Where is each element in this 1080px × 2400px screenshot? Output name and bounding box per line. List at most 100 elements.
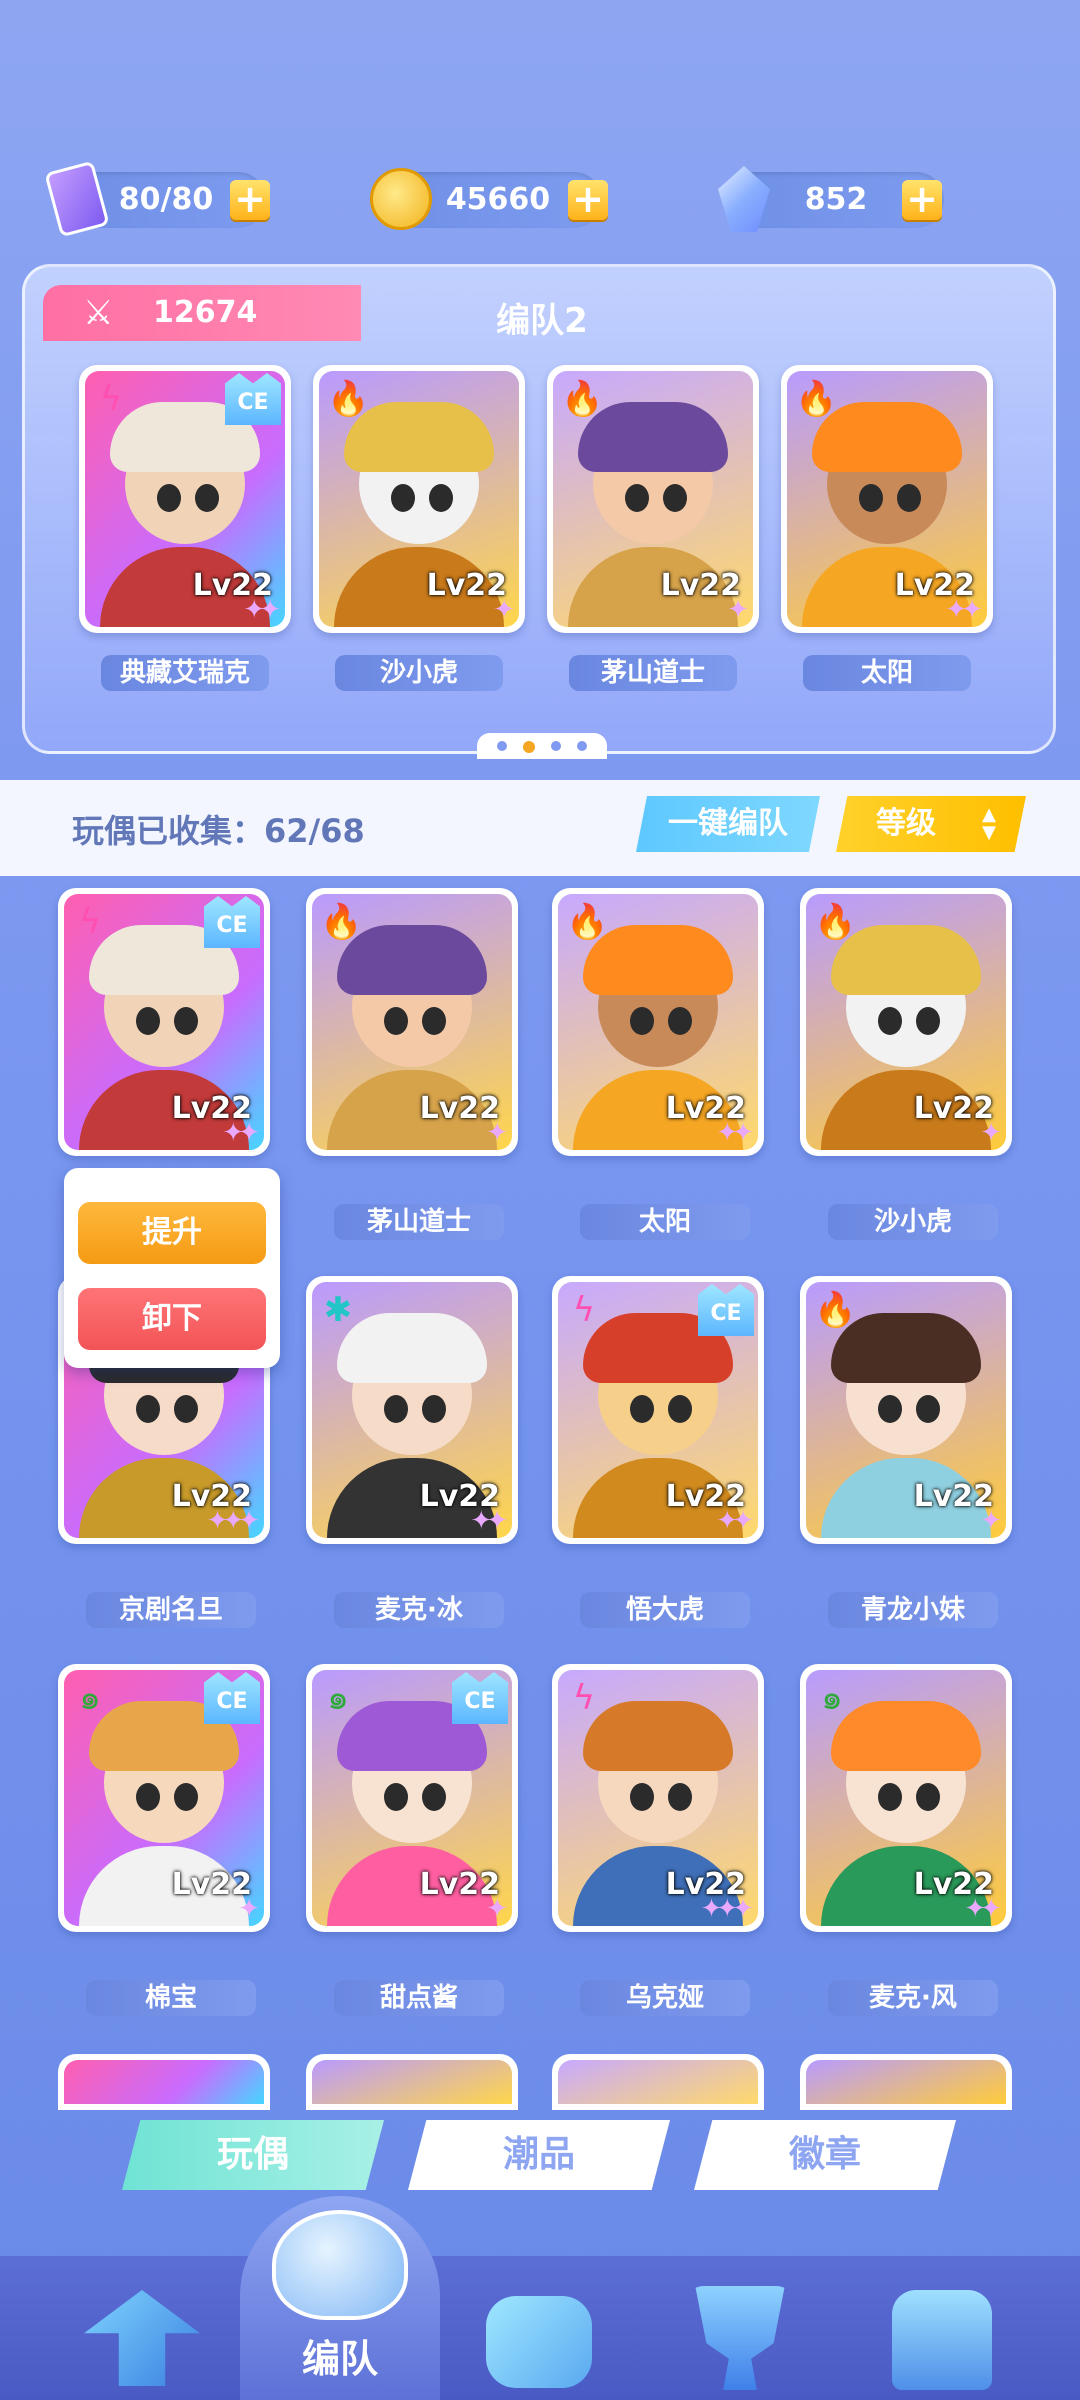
doll-eye bbox=[625, 483, 649, 512]
nav-active-label: 编队 bbox=[301, 2337, 378, 2381]
doll-card[interactable]: 🔥 Lv22 ✦ bbox=[313, 365, 525, 633]
doll-portrait bbox=[312, 2060, 512, 2104]
doll-card-partial[interactable] bbox=[306, 2054, 518, 2110]
doll-eye bbox=[916, 1006, 940, 1035]
doll-eye bbox=[136, 1782, 160, 1811]
star-rating-icon: ✦ bbox=[980, 1118, 1002, 1148]
gem-value: 852 bbox=[804, 182, 868, 217]
doll-card[interactable]: ϟ CE Lv22 ✦✦ bbox=[58, 888, 270, 1156]
doll-card[interactable]: ๑ CE Lv22 ✦ bbox=[306, 1664, 518, 1932]
star-rating-icon: ✦ bbox=[727, 595, 749, 625]
doll-name-label: 青龙小妹 bbox=[828, 1592, 998, 1628]
doll-eye bbox=[630, 1394, 654, 1423]
doll-card[interactable]: 🔥 Lv22 ✦ bbox=[800, 888, 1012, 1156]
tab-badges[interactable]: 徽章 bbox=[694, 2120, 956, 2190]
fire-element-icon: 🔥 bbox=[795, 379, 838, 419]
star-rating-icon: ✦ bbox=[493, 595, 515, 625]
add-gems-button[interactable]: + bbox=[902, 180, 942, 220]
coin-value: 45660 bbox=[445, 182, 551, 217]
doll-card[interactable]: ๑ Lv22 ✦✦ bbox=[800, 1664, 1012, 1932]
doll-eye bbox=[136, 1006, 160, 1035]
doll-card[interactable]: ϟ CE Lv22 ✦✦ bbox=[552, 1276, 764, 1544]
auto-team-button[interactable]: 一键编队 bbox=[636, 796, 820, 852]
coin-icon bbox=[370, 168, 432, 230]
unequip-button[interactable]: 卸下 bbox=[78, 1288, 266, 1350]
page-indicator bbox=[477, 733, 607, 759]
page-dot-active[interactable] bbox=[523, 741, 535, 753]
upgrade-button[interactable]: 提升 bbox=[78, 1202, 266, 1264]
doll-card[interactable]: 🔥 Lv22 ✦ bbox=[547, 365, 759, 633]
doll-card[interactable]: 🔥 Lv22 ✦ bbox=[800, 1276, 1012, 1544]
doll-card[interactable]: ๑ CE Lv22 ✦ bbox=[58, 1664, 270, 1932]
doll-name-label: 麦克·冰 bbox=[334, 1592, 504, 1628]
fire-element-icon: 🔥 bbox=[561, 379, 604, 419]
stamina-counter: 80/80 + bbox=[44, 160, 270, 238]
doll-portrait bbox=[64, 2060, 264, 2104]
doll-name-label: 甜点酱 bbox=[334, 1980, 504, 2016]
lightning-element-icon: ϟ bbox=[572, 1290, 596, 1330]
doll-card[interactable]: 🔥 Lv22 ✦ bbox=[306, 888, 518, 1156]
fire-element-icon: 🔥 bbox=[814, 902, 857, 942]
doll-eye bbox=[630, 1782, 654, 1811]
doll-card[interactable]: ✱ Lv22 ✦✦ bbox=[306, 1276, 518, 1544]
doll-card[interactable]: 🔥 Lv22 ✦✦ bbox=[781, 365, 993, 633]
doll-eye bbox=[391, 483, 415, 512]
stamina-value: 80/80 bbox=[118, 182, 214, 217]
doll-name-label: 乌克娅 bbox=[580, 1980, 750, 2016]
tab-trendy-items[interactable]: 潮品 bbox=[408, 2120, 670, 2190]
doll-card-partial[interactable] bbox=[58, 2054, 270, 2110]
ice-element-icon: ✱ bbox=[323, 1290, 353, 1330]
doll-card[interactable]: ϟ Lv22 ✦✦✦ bbox=[552, 1664, 764, 1932]
upgrade-arrow-icon[interactable] bbox=[84, 2290, 200, 2386]
crystal-icon bbox=[718, 166, 770, 232]
coin-counter: 45660 + bbox=[370, 168, 608, 230]
trophy-icon[interactable] bbox=[695, 2286, 785, 2390]
doll-eye bbox=[668, 1782, 692, 1811]
lightning-element-icon: ϟ bbox=[78, 902, 102, 942]
tab-dolls-label: 玩偶 bbox=[216, 2134, 289, 2175]
star-rating-icon: ✦✦ bbox=[243, 595, 280, 625]
star-rating-icon: ✦ bbox=[980, 1506, 1002, 1536]
doll-eye bbox=[630, 1006, 654, 1035]
team-title: 编队2 bbox=[496, 301, 588, 341]
doll-eye bbox=[195, 483, 219, 512]
doll-eye bbox=[878, 1394, 902, 1423]
star-rating-icon: ✦✦✦ bbox=[206, 1506, 260, 1536]
fire-element-icon: 🔥 bbox=[814, 1290, 857, 1330]
slot-machine-icon[interactable] bbox=[892, 2290, 992, 2390]
page-dot[interactable] bbox=[497, 741, 507, 751]
star-rating-icon: ✦ bbox=[238, 1894, 260, 1924]
doll-eye bbox=[136, 1394, 160, 1423]
doll-eye bbox=[422, 1782, 446, 1811]
star-rating-icon: ✦✦ bbox=[222, 1118, 259, 1148]
doll-name-label: 太阳 bbox=[580, 1204, 750, 1240]
wind-element-icon: ๑ bbox=[327, 1678, 349, 1718]
tab-trendy-items-label: 潮品 bbox=[502, 2134, 575, 2175]
doll-card[interactable]: ϟ CE Lv22 ✦✦ bbox=[79, 365, 291, 633]
star-rating-icon: ✦✦ bbox=[945, 595, 982, 625]
fire-element-icon: 🔥 bbox=[327, 379, 370, 419]
add-stamina-button[interactable]: + bbox=[230, 180, 270, 220]
doll-eye bbox=[174, 1782, 198, 1811]
doll-eye bbox=[384, 1782, 408, 1811]
doll-name-label: 沙小虎 bbox=[828, 1204, 998, 1240]
page-dot[interactable] bbox=[577, 741, 587, 751]
doll-portrait bbox=[806, 2060, 1006, 2104]
star-rating-icon: ✦ bbox=[486, 1118, 508, 1148]
puzzle-icon[interactable] bbox=[486, 2296, 592, 2388]
doll-card-partial[interactable] bbox=[800, 2054, 1012, 2110]
doll-eye bbox=[668, 1006, 692, 1035]
doll-card[interactable]: 🔥 Lv22 ✦✦ bbox=[552, 888, 764, 1156]
doll-eye bbox=[897, 483, 921, 512]
doll-card-partial[interactable] bbox=[552, 2054, 764, 2110]
add-coins-button[interactable]: + bbox=[568, 180, 608, 220]
fire-element-icon: 🔥 bbox=[566, 902, 609, 942]
doll-hair bbox=[337, 1312, 487, 1383]
level-sort-label: 等级 bbox=[876, 806, 936, 841]
whistle-team-icon[interactable] bbox=[272, 2210, 408, 2320]
level-sort-button[interactable]: 等级 ▲ ▼ bbox=[836, 796, 1026, 852]
energy-ticket-icon bbox=[44, 160, 110, 238]
star-rating-icon: ✦✦ bbox=[470, 1506, 507, 1536]
page-dot[interactable] bbox=[551, 741, 561, 751]
tab-dolls[interactable]: 玩偶 bbox=[122, 2120, 384, 2190]
